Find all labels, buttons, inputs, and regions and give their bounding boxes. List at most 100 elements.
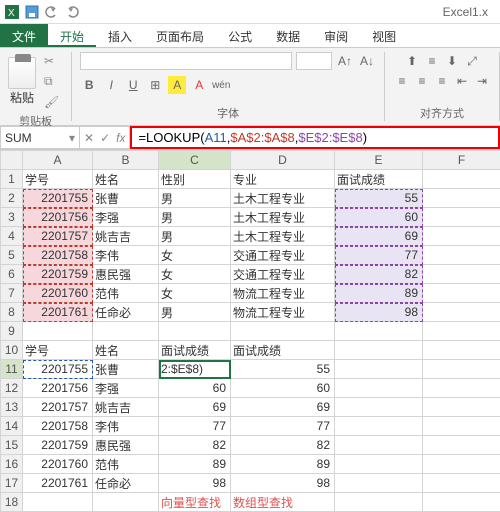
- row-header[interactable]: 15: [1, 436, 23, 455]
- col-header-B[interactable]: B: [93, 151, 159, 170]
- row-header[interactable]: 12: [1, 379, 23, 398]
- cell[interactable]: 98: [231, 474, 335, 493]
- cell[interactable]: 2201755: [23, 360, 93, 379]
- cell[interactable]: 姓名: [93, 341, 159, 360]
- cell[interactable]: 2201758: [23, 417, 93, 436]
- formula-input[interactable]: =LOOKUP(A11,$A$2:$A$8,$E$2:$E$8): [130, 126, 500, 149]
- format-painter-icon[interactable]: 🖌: [40, 93, 63, 111]
- fx-button[interactable]: fx: [116, 131, 125, 145]
- cell[interactable]: [335, 455, 423, 474]
- orientation-icon[interactable]: ⤢: [463, 52, 481, 70]
- cell[interactable]: 任命必: [93, 303, 159, 322]
- cell[interactable]: [423, 170, 500, 189]
- cell[interactable]: 面试成绩: [159, 341, 231, 360]
- cell[interactable]: 男: [159, 227, 231, 246]
- cell-active[interactable]: 2:$E$8): [159, 360, 231, 379]
- cell[interactable]: 张曹: [93, 360, 159, 379]
- cell[interactable]: 55: [335, 189, 423, 208]
- cell[interactable]: 2201756: [23, 379, 93, 398]
- cell[interactable]: 范伟: [93, 455, 159, 474]
- cell[interactable]: 89: [159, 455, 231, 474]
- cell[interactable]: 李伟: [93, 417, 159, 436]
- col-header-E[interactable]: E: [335, 151, 423, 170]
- cell[interactable]: [93, 322, 159, 341]
- tab-review[interactable]: 审阅: [312, 24, 360, 47]
- font-size-select[interactable]: [296, 52, 332, 70]
- cell[interactable]: [423, 493, 500, 512]
- cell[interactable]: [423, 284, 500, 303]
- row-header[interactable]: 6: [1, 265, 23, 284]
- cell[interactable]: 交通工程专业: [231, 265, 335, 284]
- tab-insert[interactable]: 插入: [96, 24, 144, 47]
- cell[interactable]: [335, 322, 423, 341]
- cell[interactable]: 2201760: [23, 284, 93, 303]
- cell[interactable]: [335, 436, 423, 455]
- align-center-icon[interactable]: ≡: [413, 72, 431, 90]
- cell[interactable]: [335, 398, 423, 417]
- cell[interactable]: 55: [231, 360, 335, 379]
- name-box[interactable]: SUM ▾: [0, 126, 80, 149]
- cell[interactable]: 82: [231, 436, 335, 455]
- cell[interactable]: 77: [159, 417, 231, 436]
- row-header[interactable]: 2: [1, 189, 23, 208]
- row-header[interactable]: 13: [1, 398, 23, 417]
- cell[interactable]: 2201758: [23, 246, 93, 265]
- tab-formulas[interactable]: 公式: [216, 24, 264, 47]
- tab-home[interactable]: 开始: [48, 24, 96, 47]
- cell[interactable]: 女: [159, 265, 231, 284]
- col-header-A[interactable]: A: [23, 151, 93, 170]
- cell[interactable]: 交通工程专业: [231, 246, 335, 265]
- cell[interactable]: [423, 379, 500, 398]
- align-top-icon[interactable]: ⬆: [403, 52, 421, 70]
- row-header[interactable]: 14: [1, 417, 23, 436]
- row-header[interactable]: 10: [1, 341, 23, 360]
- cell[interactable]: 2201757: [23, 227, 93, 246]
- row-header[interactable]: 9: [1, 322, 23, 341]
- col-header-C[interactable]: C: [159, 151, 231, 170]
- cell[interactable]: 数组型查找: [231, 493, 335, 512]
- select-all-corner[interactable]: [1, 151, 23, 170]
- cell[interactable]: [423, 398, 500, 417]
- save-icon[interactable]: [24, 4, 40, 20]
- phonetic-button[interactable]: wén: [212, 76, 230, 94]
- cell[interactable]: 2201756: [23, 208, 93, 227]
- cell[interactable]: 69: [231, 398, 335, 417]
- cell[interactable]: [335, 493, 423, 512]
- font-color-button[interactable]: A: [190, 76, 208, 94]
- cell[interactable]: 77: [231, 417, 335, 436]
- cell[interactable]: [93, 493, 159, 512]
- cell[interactable]: [423, 303, 500, 322]
- cell[interactable]: [423, 341, 500, 360]
- cell[interactable]: [335, 360, 423, 379]
- cell[interactable]: 姚吉吉: [93, 227, 159, 246]
- cell[interactable]: 李强: [93, 379, 159, 398]
- align-right-icon[interactable]: ≡: [433, 72, 451, 90]
- row-header[interactable]: 4: [1, 227, 23, 246]
- increase-font-icon[interactable]: A↑: [336, 52, 354, 70]
- cell[interactable]: 土木工程专业: [231, 227, 335, 246]
- cell[interactable]: [423, 265, 500, 284]
- cut-icon[interactable]: ✂: [40, 52, 63, 70]
- cell[interactable]: 专业: [231, 170, 335, 189]
- border-button[interactable]: ⊞: [146, 76, 164, 94]
- spreadsheet-grid[interactable]: A B C D E F 1 学号 姓名 性别 专业 面试成绩 2 2201755…: [0, 150, 500, 512]
- tab-file[interactable]: 文件: [0, 24, 48, 47]
- cell[interactable]: [231, 322, 335, 341]
- decrease-font-icon[interactable]: A↓: [358, 52, 376, 70]
- cell[interactable]: 任命必: [93, 474, 159, 493]
- bold-button[interactable]: B: [80, 76, 98, 94]
- copy-icon[interactable]: ⧉: [40, 72, 63, 91]
- paste-button[interactable]: 粘贴: [8, 57, 36, 106]
- cell[interactable]: 女: [159, 284, 231, 303]
- cell[interactable]: 2201759: [23, 265, 93, 284]
- underline-button[interactable]: U: [124, 76, 142, 94]
- cell[interactable]: 82: [159, 436, 231, 455]
- name-box-dropdown-icon[interactable]: ▾: [69, 131, 75, 145]
- cell[interactable]: 女: [159, 246, 231, 265]
- row-header[interactable]: 7: [1, 284, 23, 303]
- cell[interactable]: 惠民强: [93, 265, 159, 284]
- undo-icon[interactable]: [44, 4, 60, 20]
- cell[interactable]: [423, 474, 500, 493]
- cell[interactable]: 面试成绩: [231, 341, 335, 360]
- indent-increase-icon[interactable]: ⇥: [473, 72, 491, 90]
